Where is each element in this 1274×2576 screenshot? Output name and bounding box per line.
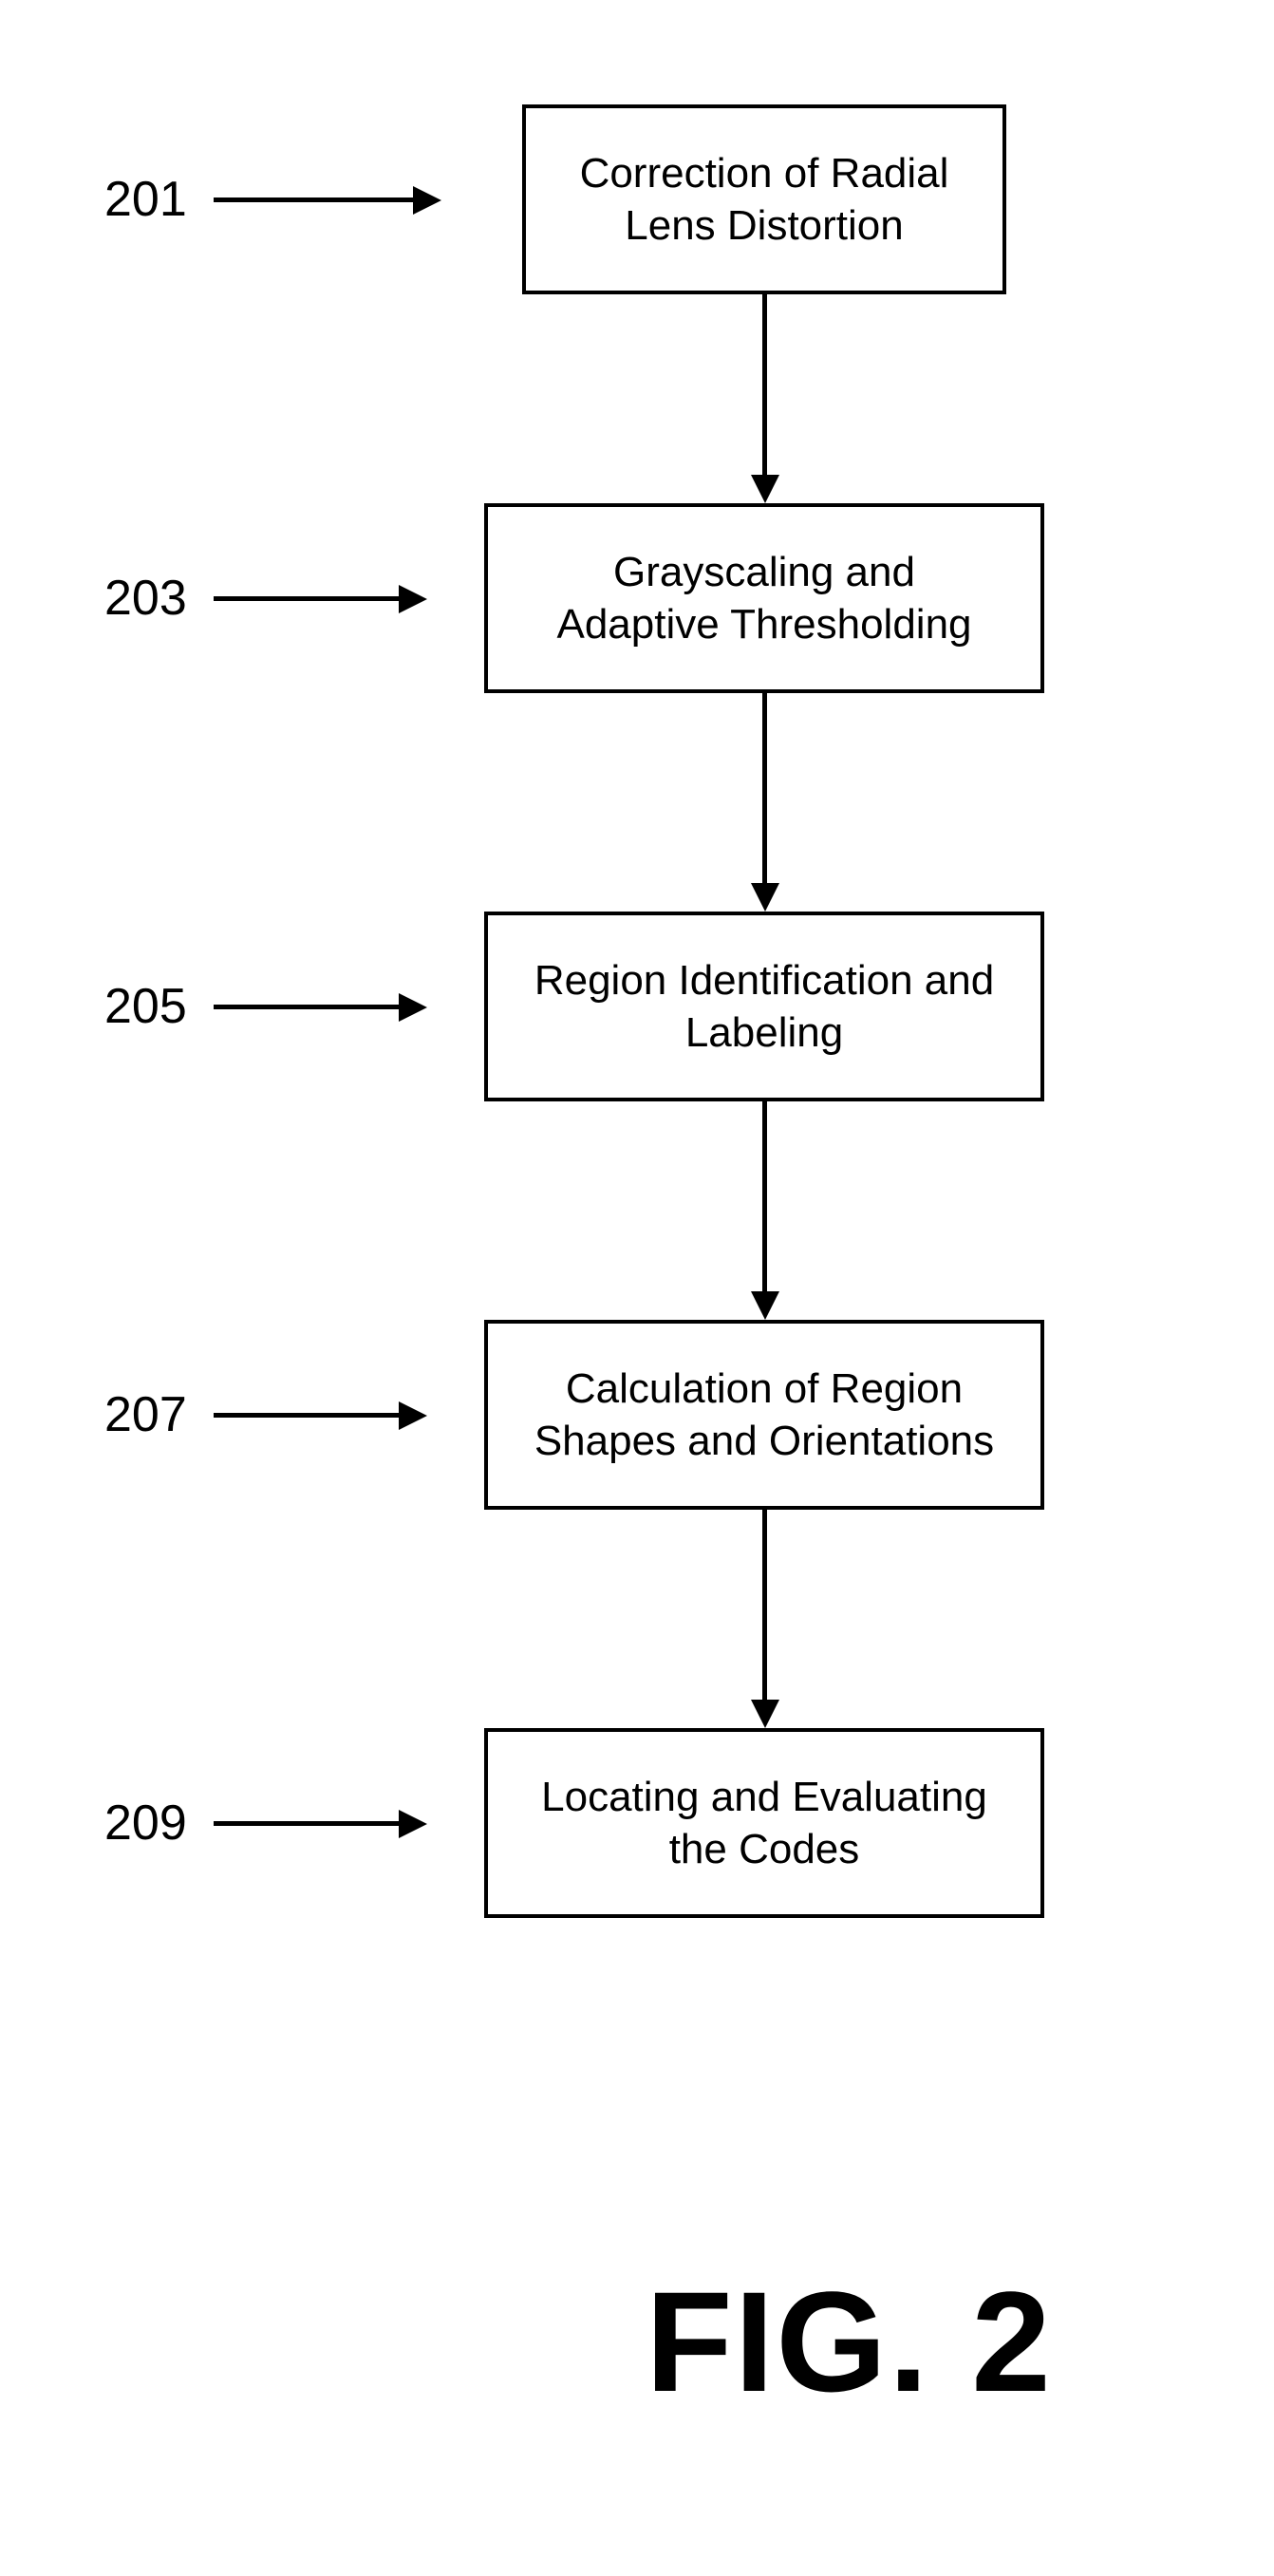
- flow-arrow-line: [762, 1101, 767, 1291]
- ref-label-209: 209: [104, 1795, 187, 1852]
- ref-label-201: 201: [104, 171, 187, 228]
- ref-label-205: 205: [104, 978, 187, 1035]
- ref-arrow-head: [399, 1401, 427, 1430]
- flow-box-text: Correction of Radial Lens Distortion: [580, 147, 949, 252]
- text-line: Calculation of Region: [566, 1365, 963, 1412]
- flow-box-209: Locating and Evaluating the Codes: [484, 1728, 1044, 1918]
- flowchart-canvas: Correction of Radial Lens Distortion 201…: [0, 0, 1274, 2576]
- flow-box-text: Region Identification and Labeling: [534, 954, 994, 1059]
- flow-box-207: Calculation of Region Shapes and Orienta…: [484, 1320, 1044, 1510]
- ref-arrow-head: [399, 1810, 427, 1838]
- flow-box-205: Region Identification and Labeling: [484, 912, 1044, 1101]
- flow-arrow-line: [762, 1510, 767, 1700]
- flow-box-203: Grayscaling and Adaptive Thresholding: [484, 503, 1044, 693]
- text-line: the Codes: [669, 1826, 860, 1872]
- figure-caption: FIG. 2: [646, 2260, 1053, 2424]
- text-line: Shapes and Orientations: [534, 1418, 994, 1464]
- flow-arrow-head: [751, 475, 779, 503]
- text-line: Region Identification and: [534, 957, 994, 1004]
- ref-arrow-line: [214, 596, 399, 601]
- text-line: Correction of Radial: [580, 150, 949, 197]
- flow-arrow-head: [751, 1291, 779, 1320]
- ref-arrow-head: [413, 186, 441, 215]
- ref-label-203: 203: [104, 570, 187, 627]
- ref-arrow-head: [399, 585, 427, 613]
- flow-arrow-head: [751, 883, 779, 912]
- flow-arrow-line: [762, 294, 767, 475]
- flow-box-text: Grayscaling and Adaptive Thresholding: [556, 546, 971, 650]
- text-line: Adaptive Thresholding: [556, 601, 971, 648]
- ref-arrow-line: [214, 1821, 399, 1826]
- flow-box-text: Locating and Evaluating the Codes: [541, 1771, 987, 1875]
- flow-box-text: Calculation of Region Shapes and Orienta…: [534, 1363, 994, 1467]
- ref-label-207: 207: [104, 1386, 187, 1443]
- text-line: Lens Distortion: [625, 202, 903, 249]
- ref-arrow-line: [214, 197, 413, 202]
- ref-arrow-line: [214, 1413, 399, 1418]
- flow-arrow-head: [751, 1700, 779, 1728]
- text-line: Labeling: [685, 1009, 843, 1056]
- flow-box-201: Correction of Radial Lens Distortion: [522, 104, 1006, 294]
- ref-arrow-head: [399, 993, 427, 1022]
- text-line: Locating and Evaluating: [541, 1774, 987, 1820]
- ref-arrow-line: [214, 1005, 399, 1009]
- text-line: Grayscaling and: [613, 549, 915, 595]
- flow-arrow-line: [762, 693, 767, 883]
